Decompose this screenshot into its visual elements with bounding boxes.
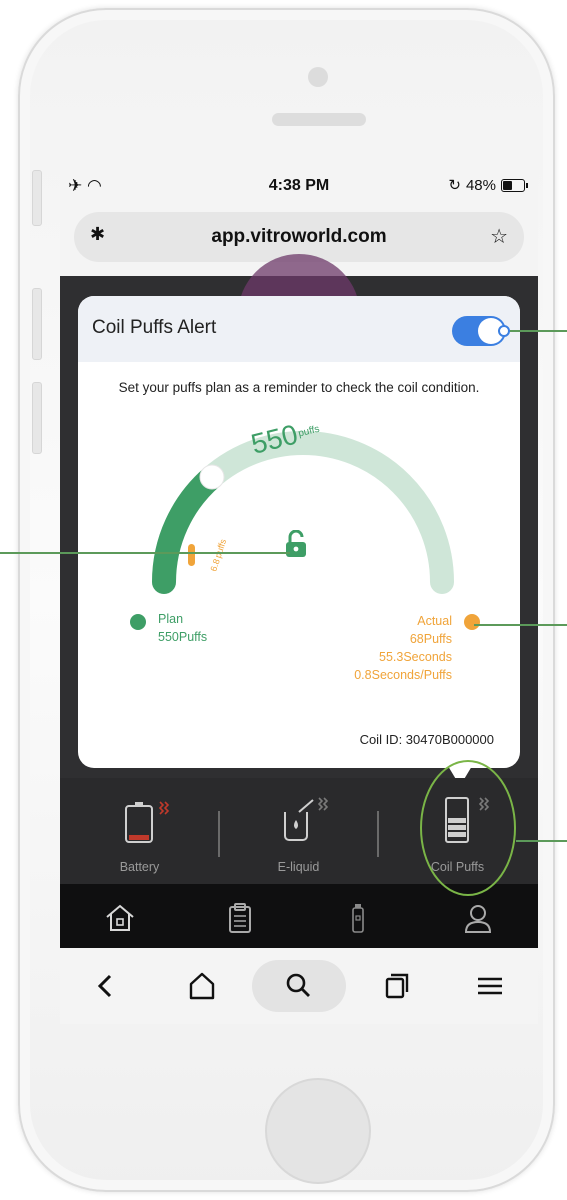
rotation-lock-icon: ↻ bbox=[448, 177, 461, 194]
e-liquid-icon bbox=[284, 797, 329, 841]
coil-puffs-alert-card: Coil Puffs Alert Set your puffs plan as … bbox=[78, 296, 520, 768]
actual-seconds: 55.3Seconds bbox=[379, 650, 452, 664]
coil-id: Coil ID: 30470B000000 bbox=[359, 732, 494, 747]
tab-battery[interactable]: Battery bbox=[60, 778, 219, 884]
browser-toolbar bbox=[60, 948, 538, 1024]
tab-battery-label: Battery bbox=[119, 860, 160, 874]
tabs-icon[interactable] bbox=[378, 968, 414, 1004]
callout-line-actual bbox=[474, 624, 567, 626]
profile-icon[interactable] bbox=[462, 902, 494, 934]
card-title: Coil Puffs Alert bbox=[92, 317, 217, 338]
home-button[interactable] bbox=[265, 1078, 371, 1184]
actual-rate: 0.8Seconds/Puffs bbox=[354, 668, 452, 682]
battery-icon bbox=[501, 178, 525, 192]
earpiece-speaker bbox=[272, 113, 366, 126]
plan-slider-handle[interactable] bbox=[199, 464, 225, 490]
callout-line-coil-puffs bbox=[516, 840, 567, 842]
plan-legend-dot bbox=[130, 614, 146, 630]
clipboard-icon[interactable] bbox=[224, 902, 256, 934]
volume-up-button bbox=[32, 288, 42, 360]
battery-percent: 48% bbox=[465, 176, 496, 194]
menu-icon[interactable] bbox=[472, 968, 508, 1004]
tab-e-liquid-label: E-liquid bbox=[277, 860, 320, 874]
volume-down-button bbox=[32, 382, 42, 454]
back-icon[interactable] bbox=[88, 968, 124, 1004]
callout-line-lock bbox=[0, 552, 290, 554]
tab-e-liquid[interactable]: E-liquid bbox=[219, 778, 378, 884]
card-header: Coil Puffs Alert bbox=[78, 296, 520, 362]
home-icon[interactable] bbox=[184, 968, 220, 1004]
mute-switch bbox=[32, 170, 42, 226]
actual-label: Actual bbox=[417, 614, 452, 628]
card-description: Set your puffs plan as a reminder to che… bbox=[118, 380, 480, 395]
status-bar: ✈ ◠ 4:38 PM ↻ 48% bbox=[60, 166, 538, 206]
callout-dot-toggle bbox=[498, 325, 510, 337]
puffs-gauge: 550 puffs 6.8 puffs bbox=[152, 418, 454, 594]
plan-value: 550Puffs bbox=[158, 630, 208, 644]
bookmark-star-icon[interactable]: ☆ bbox=[490, 224, 508, 249]
actual-marker bbox=[188, 544, 195, 566]
url-text[interactable]: app.vitroworld.com bbox=[74, 226, 524, 248]
callout-line-toggle bbox=[507, 330, 567, 332]
plan-label: Plan bbox=[158, 612, 184, 626]
actual-legend: Actual 68Puffs 55.3Seconds 0.8Seconds/Pu… bbox=[354, 612, 452, 684]
gauge-actual-value: 6.8 bbox=[208, 558, 221, 573]
actual-legend-dot bbox=[464, 614, 480, 630]
home-icon[interactable] bbox=[104, 902, 136, 934]
device-icon[interactable] bbox=[342, 902, 374, 934]
status-right: ↻ 48% bbox=[448, 176, 528, 194]
battery-icon bbox=[125, 801, 170, 843]
gauge-actual-unit: puffs bbox=[213, 537, 229, 559]
actual-puffs: 68Puffs bbox=[409, 632, 452, 646]
coil-puffs-highlight bbox=[420, 760, 516, 896]
front-camera bbox=[308, 67, 328, 87]
search-icon[interactable] bbox=[281, 968, 317, 1004]
